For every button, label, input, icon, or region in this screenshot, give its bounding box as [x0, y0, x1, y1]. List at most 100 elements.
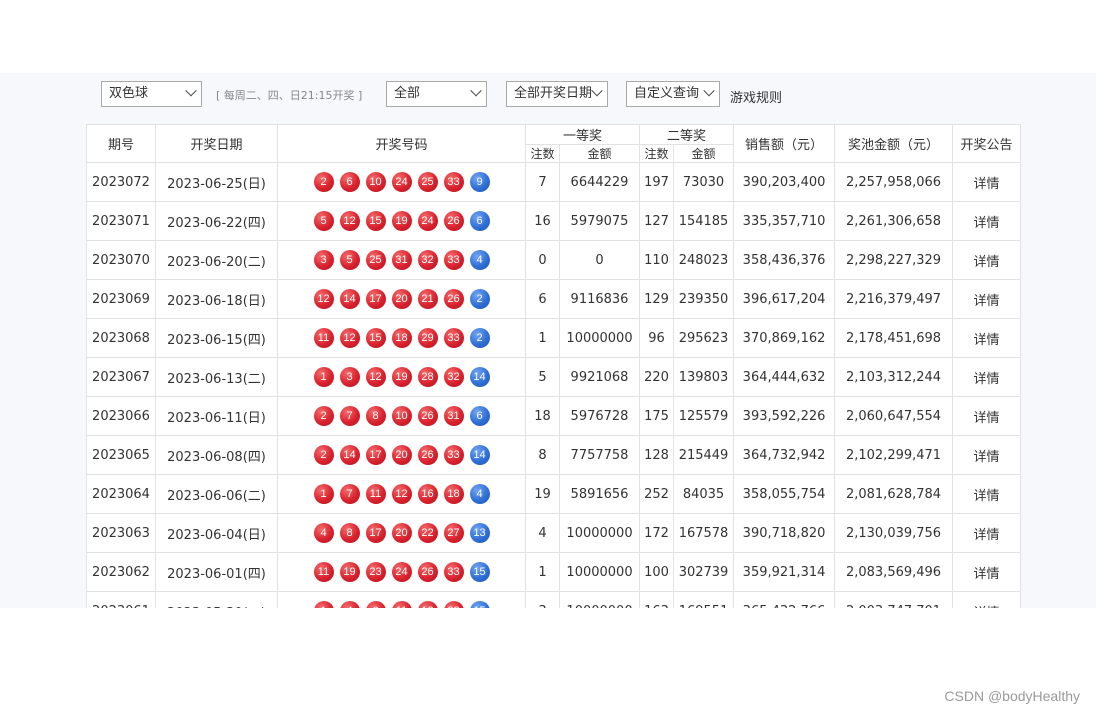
first-prize-amount-cell: 9116836 [558, 279, 641, 319]
second-prize-count-cell: 127 [639, 201, 675, 241]
red-ball: 19 [391, 367, 412, 387]
second-prize-amount-cell: 125579 [673, 396, 735, 436]
red-ball: 2 [313, 406, 334, 426]
ball-group: 146 11 12 22 15 [278, 601, 525, 608]
red-ball: 32 [443, 367, 464, 387]
date-cell: 2023-06-04(日) [155, 513, 278, 553]
red-ball: 6 [339, 172, 360, 192]
detail-link[interactable]: 详情 [974, 567, 1000, 582]
first-prize-count-cell: 16 [525, 201, 560, 241]
detail-link[interactable]: 详情 [974, 489, 1000, 504]
red-ball: 8 [365, 406, 386, 426]
red-ball: 14 [339, 289, 360, 309]
header-first-count: 注数 [525, 144, 560, 163]
issue-cell: 2023072 [86, 162, 156, 202]
notice-cell: 详情 [952, 357, 1022, 397]
pool-cell: 2,003,747,701 [834, 591, 954, 608]
red-ball: 20 [391, 445, 412, 465]
red-ball: 1 [313, 367, 334, 387]
ball-group: 1 3 12 19 28 32 14 [278, 367, 525, 387]
ball-group: 2 6 10 24 25 33 9 [278, 172, 525, 192]
sales-cell: 358,436,376 [733, 240, 836, 280]
red-ball: 1 [313, 601, 334, 608]
draw-date-select[interactable]: 全部开奖日期 [506, 81, 608, 107]
second-prize-amount-cell: 215449 [673, 435, 735, 475]
detail-link[interactable]: 详情 [974, 606, 1000, 609]
ball-group: 5 12 15 19 24 26 6 [278, 211, 525, 231]
blue-ball: 9 [469, 172, 490, 192]
red-ball: 12 [417, 601, 438, 608]
header-pool: 奖池金额（元） [834, 124, 954, 163]
detail-link[interactable]: 详情 [974, 177, 1000, 192]
issue-cell: 2023071 [86, 201, 156, 241]
blue-ball: 15 [469, 601, 490, 608]
blue-ball: 4 [469, 250, 490, 270]
blue-ball: 2 [469, 328, 490, 348]
numbers-cell: 3 5 25 31 32 33 4 [277, 240, 526, 280]
detail-link[interactable]: 详情 [974, 216, 1000, 231]
red-ball: 11 [391, 601, 412, 608]
red-ball: 16 [417, 484, 438, 504]
header-date: 开奖日期 [155, 124, 278, 163]
second-prize-amount-cell: 167578 [673, 513, 735, 553]
custom-query-select[interactable]: 自定义查询 [626, 81, 720, 107]
numbers-cell: 11 19 23 24 26 33 15 [277, 552, 526, 592]
chevron-down-icon [703, 85, 715, 97]
sales-cell: 335,357,710 [733, 201, 836, 241]
first-prize-count-cell: 6 [525, 279, 560, 319]
pool-cell: 2,178,451,698 [834, 318, 954, 358]
date-cell: 2023-06-08(四) [155, 435, 278, 475]
red-ball: 24 [391, 562, 412, 582]
header-second-count: 注数 [639, 144, 675, 163]
red-ball: 12 [391, 484, 412, 504]
second-prize-amount-cell: 239350 [673, 279, 735, 319]
range-select[interactable]: 全部 [386, 81, 487, 107]
second-prize-amount-cell: 248023 [673, 240, 735, 280]
red-ball: 7 [339, 484, 360, 504]
first-prize-amount-cell: 5979075 [558, 201, 641, 241]
red-ball: 33 [443, 328, 464, 348]
first-prize-count-cell: 1 [525, 552, 560, 592]
numbers-cell: 2 7 8 10 26 31 6 [277, 396, 526, 436]
second-prize-count-cell: 172 [639, 513, 675, 553]
first-prize-count-cell: 19 [525, 474, 560, 514]
red-ball: 4 [313, 523, 334, 543]
red-ball: 24 [391, 172, 412, 192]
draw-schedule-note: [ 每周二、四、日21:15开奖 ] [216, 89, 363, 102]
red-ball: 20 [391, 289, 412, 309]
red-ball: 8 [339, 523, 360, 543]
red-ball: 22 [417, 523, 438, 543]
numbers-cell: 4 8 17 20 22 27 13 [277, 513, 526, 553]
detail-link[interactable]: 详情 [974, 294, 1000, 309]
detail-link[interactable]: 详情 [974, 372, 1000, 387]
red-ball: 6 [365, 601, 386, 608]
table-row: 2023064 2023-06-06(二) 1 7 11 12 16 18 4 19 5891656… [86, 474, 1022, 514]
blue-ball: 2 [469, 289, 490, 309]
second-prize-count-cell: 100 [639, 552, 675, 592]
red-ball: 20 [391, 523, 412, 543]
ball-group: 12 14 17 20 21 26 2 [278, 289, 525, 309]
draw-date-value: 全部开奖日期 [514, 86, 593, 101]
detail-link[interactable]: 详情 [974, 333, 1000, 348]
table-row: 2023069 2023-06-18(日) 12 14 17 20 21 26 2 6 911683… [86, 279, 1022, 319]
detail-link[interactable]: 详情 [974, 450, 1000, 465]
first-prize-amount-cell: 10000000 [558, 318, 641, 358]
second-prize-count-cell: 220 [639, 357, 675, 397]
detail-link[interactable]: 详情 [974, 255, 1000, 270]
pool-cell: 2,298,227,329 [834, 240, 954, 280]
red-ball: 18 [443, 484, 464, 504]
lottery-type-select[interactable]: 双色球 [101, 81, 202, 107]
first-prize-count-cell: 1 [525, 318, 560, 358]
notice-cell: 详情 [952, 396, 1022, 436]
detail-link[interactable]: 详情 [974, 411, 1000, 426]
header-sales: 销售额（元） [733, 124, 836, 163]
first-prize-count-cell: 0 [525, 240, 560, 280]
detail-link[interactable]: 详情 [974, 528, 1000, 543]
first-prize-amount-cell: 6644229 [558, 162, 641, 202]
date-cell: 2023-06-06(二) [155, 474, 278, 514]
red-ball: 33 [443, 562, 464, 582]
date-cell: 2023-06-22(四) [155, 201, 278, 241]
sales-cell: 393,592,226 [733, 396, 836, 436]
issue-cell: 2023062 [86, 552, 156, 592]
game-rules-link[interactable]: 游戏规则 [730, 87, 782, 106]
